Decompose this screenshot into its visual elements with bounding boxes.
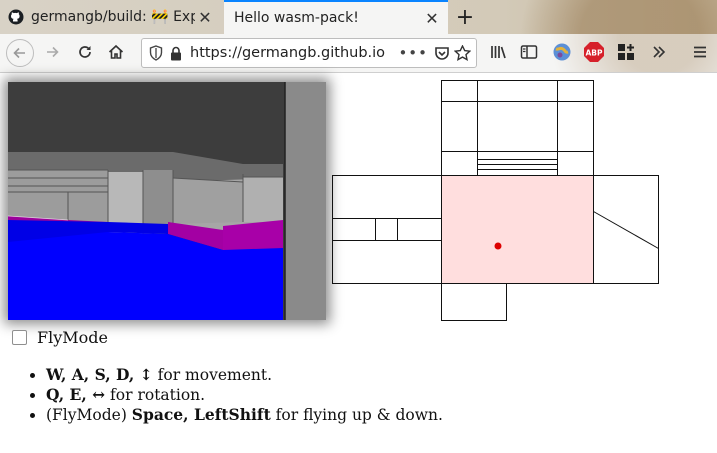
tab-github[interactable]: germangb/build: 🚧 Expe ✕ [0, 0, 221, 34]
back-wall [173, 178, 243, 224]
pocket-icon[interactable] [432, 43, 452, 63]
grid-plus-icon [618, 44, 634, 60]
tab-title: germangb/build: 🚧 Expe [31, 9, 195, 25]
list-item: Q, E, ↔ for rotation. [46, 385, 443, 405]
extension-globe-icon [553, 43, 571, 61]
forward-button[interactable] [38, 38, 66, 66]
back-button[interactable] [6, 39, 34, 67]
hamburger-menu-icon [694, 46, 706, 58]
fly-keys: Space, LeftShift [131, 405, 271, 424]
main-menu-button[interactable] [686, 38, 714, 66]
movement-keys: W, A, S, D, ↕ [46, 365, 153, 384]
reload-icon [79, 46, 91, 58]
close-tab-icon[interactable]: ✕ [195, 8, 215, 27]
arrow-left-icon [13, 47, 25, 59]
chevron-double-right-icon [653, 46, 666, 58]
home-icon [108, 44, 124, 59]
flymode-checkbox[interactable] [12, 330, 27, 345]
flymode-prefix: (FlyMode) [46, 406, 132, 424]
address-bar[interactable]: https://germangb.github.io ••• [141, 38, 477, 68]
sidebar-icon [520, 45, 538, 59]
close-tab-icon[interactable]: ✕ [422, 9, 442, 28]
overflow-menu-button[interactable] [645, 38, 673, 66]
right-wall [243, 177, 283, 222]
fly-text: for flying up & down. [270, 406, 443, 424]
navigation-toolbar: https://germangb.github.io ••• ABP [0, 34, 717, 73]
flymode-label: FlyMode [37, 328, 108, 347]
library-button[interactable] [485, 38, 513, 66]
level-map [332, 80, 659, 321]
rotation-keys: Q, E, ↔ [46, 385, 106, 404]
flymode-toggle[interactable]: FlyMode [12, 328, 108, 347]
current-sector [441, 175, 594, 284]
github-icon [8, 9, 24, 25]
svg-text:ABP: ABP [585, 49, 603, 58]
adblock-plus-icon: ABP [584, 42, 604, 62]
adblock-plus-button[interactable]: ABP [580, 38, 608, 66]
extension-button[interactable] [548, 38, 576, 66]
list-item: W, A, S, D, ↕ for movement. [46, 365, 443, 385]
controls-list: W, A, S, D, ↕ for movement. Q, E, ↔ for … [30, 365, 443, 425]
new-tab-button[interactable]: + [452, 0, 478, 34]
tracking-protection-shield-icon[interactable] [146, 43, 166, 63]
list-item: (FlyMode) Space, LeftShift for flying up… [46, 405, 443, 425]
rotation-text: for rotation. [105, 386, 206, 404]
reload-button[interactable] [71, 38, 99, 66]
movement-text: for movement. [152, 366, 273, 384]
extension-grid-button[interactable] [612, 38, 640, 66]
library-icon [491, 46, 506, 59]
pillar [285, 82, 326, 320]
sidebar-button[interactable] [515, 38, 543, 66]
bookmark-star-icon[interactable] [452, 43, 472, 63]
tab-hello-wasm-pack[interactable]: Hello wasm-pack! ✕ [224, 0, 448, 34]
lock-icon[interactable] [166, 43, 186, 63]
home-button[interactable] [102, 38, 130, 66]
arrow-right-icon [47, 46, 59, 58]
game-viewport[interactable] [8, 82, 326, 320]
url-text[interactable]: https://germangb.github.io [190, 45, 394, 61]
tab-title: Hello wasm-pack! [234, 10, 359, 26]
page-actions-more-icon[interactable]: ••• [394, 44, 432, 62]
player-marker [494, 242, 502, 250]
tab-strip: germangb/build: 🚧 Expe ✕ Hello wasm-pack… [0, 0, 717, 34]
